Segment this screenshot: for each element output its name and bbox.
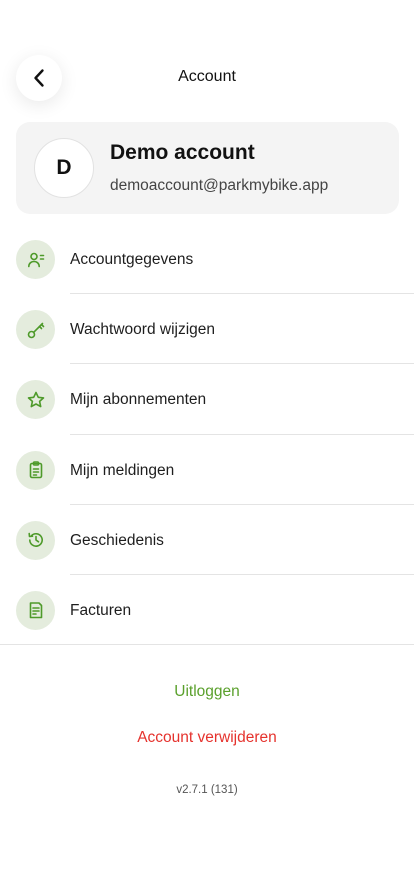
menu-label: Mijn meldingen [70, 461, 175, 479]
profile-name: Demo account [110, 141, 255, 164]
menu-item-wachtwoord-wijzigen[interactable]: Wachtwoord wijzigen [0, 294, 414, 365]
logout-button[interactable]: Uitloggen [0, 683, 414, 701]
avatar: D [34, 138, 94, 198]
page-title: Account [178, 68, 236, 85]
user-details-icon [16, 240, 55, 279]
clipboard-icon [16, 450, 55, 490]
profile-email: demoaccount@parkmybike.app [110, 177, 329, 194]
menu-label: Facturen [70, 601, 132, 619]
profile-card: D Demo account demoaccount@parkmybike.ap… [16, 122, 399, 214]
divider [0, 644, 414, 646]
menu-item-geschiedenis[interactable]: Geschiedenis [0, 505, 414, 575]
menu-item-mijn-abonnementen[interactable]: Mijn abonnementen [0, 364, 414, 435]
version-label: v2.7.1 (131) [176, 784, 238, 796]
receipt-icon [16, 590, 55, 630]
menu-item-facturen[interactable]: Facturen [0, 575, 414, 646]
key-icon [16, 310, 55, 350]
menu-label: Mijn abonnementen [70, 391, 207, 409]
star-icon [16, 380, 55, 420]
menu-label: Wachtwoord wijzigen [70, 321, 216, 339]
account-menu: Accountgegevens Wachtwoord wijzigen Mijn… [0, 224, 414, 646]
menu-label: Accountgegevens [70, 251, 194, 268]
header-bar: Account [0, 50, 414, 106]
menu-item-mijn-meldingen[interactable]: Mijn meldingen [0, 435, 414, 505]
menu-item-accountgegevens[interactable]: Accountgegevens [0, 224, 414, 295]
delete-account-button[interactable]: Account verwijderen [0, 729, 414, 747]
menu-label: Geschiedenis [70, 531, 164, 549]
history-icon [16, 520, 55, 560]
